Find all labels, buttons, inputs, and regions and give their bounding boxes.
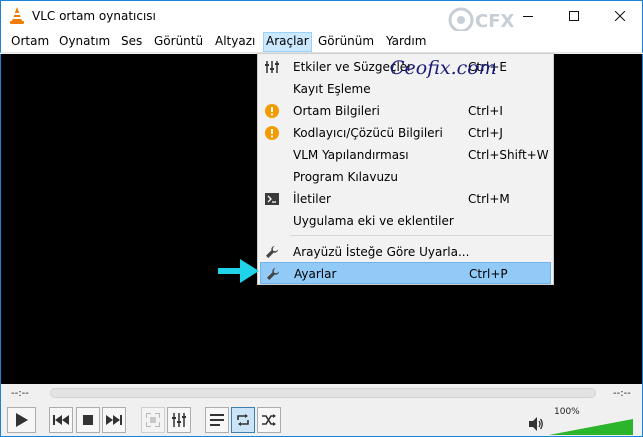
info-icon <box>264 103 280 119</box>
menu-item-label: Arayüzü İsteğe Göre Uyarla... <box>293 245 470 259</box>
menu-item-label: Uygulama eki ve eklentiler <box>293 214 454 228</box>
skip-forward-icon <box>106 415 122 425</box>
sliders-icon <box>264 59 280 75</box>
menu-ses[interactable]: Ses <box>119 34 144 48</box>
window-title: VLC ortam oynatıcısı <box>32 9 156 23</box>
play-icon <box>15 413 28 427</box>
menu-item-label: VLM Yapılandırması <box>293 148 409 162</box>
menu-item-label: Program Kılavuzu <box>293 170 398 184</box>
menu-item-plugins[interactable]: Uygulama eki ve eklentiler <box>260 210 551 232</box>
vlc-cone-icon <box>10 7 24 24</box>
menu-item-shortcut: Ctrl+J <box>468 126 503 140</box>
menu-item-label: Ortam Bilgileri <box>293 104 380 118</box>
menu-altyazi[interactable]: Altyazı <box>213 34 257 48</box>
menu-ortam[interactable]: Ortam <box>9 34 51 48</box>
menu-item-label: Kodlayıcı/Çözücü Bilgileri <box>293 126 443 140</box>
maximize-icon <box>569 11 579 21</box>
minimize-icon <box>523 16 533 17</box>
close-button[interactable] <box>597 1 643 31</box>
fullscreen-icon <box>146 413 160 427</box>
menu-item-preferences[interactable]: Ayarlar Ctrl+P <box>260 262 551 284</box>
fullscreen-button[interactable] <box>141 407 165 433</box>
speaker-icon[interactable] <box>528 416 544 432</box>
menu-oynatim[interactable]: Oynatım <box>57 34 112 48</box>
menu-item-shortcut: Ctrl+Shift+W <box>468 148 549 162</box>
menu-item-messages[interactable]: İletiler Ctrl+M <box>260 188 551 210</box>
elapsed-time: --:-- <box>11 388 29 399</box>
stop-icon <box>83 415 93 425</box>
seek-slider[interactable] <box>50 388 596 398</box>
menu-item-track-sync[interactable]: Kayıt Eşleme <box>260 78 551 100</box>
loop-icon <box>237 414 249 426</box>
menu-goruntu[interactable]: Görüntü <box>152 34 205 48</box>
shuffle-icon <box>262 414 276 426</box>
minimize-button[interactable] <box>505 1 551 31</box>
terminal-icon <box>264 191 280 207</box>
menu-araclar[interactable]: Araçlar <box>263 32 312 52</box>
menu-item-vlm-config[interactable]: VLM Yapılandırması Ctrl+Shift+W <box>260 144 551 166</box>
seek-row: --:-- --:-- <box>0 384 643 404</box>
menu-item-customize-interface[interactable]: Arayüzü İsteğe Göre Uyarla... <box>260 241 551 263</box>
pointer-arrow-icon <box>218 259 259 283</box>
skip-back-icon <box>53 415 69 425</box>
menu-item-label: Ayarlar <box>294 267 337 281</box>
menu-bar: Ortam Oynatım Ses Görüntü Altyazı Araçla… <box>0 31 643 53</box>
menu-item-label: Kayıt Eşleme <box>293 82 371 96</box>
remaining-time[interactable]: --:-- <box>613 388 631 399</box>
sliders-icon <box>172 413 186 427</box>
menu-item-shortcut: Ctrl+M <box>468 192 510 206</box>
volume-fill <box>549 419 633 435</box>
ceofix-watermark: Ceofix.com <box>390 57 497 79</box>
info-icon <box>264 125 280 141</box>
extended-settings-button[interactable] <box>167 407 191 433</box>
playlist-button[interactable] <box>205 407 229 433</box>
menu-gorunum[interactable]: Görünüm <box>316 34 376 48</box>
playlist-icon <box>210 414 224 426</box>
volume-slider[interactable] <box>549 417 635 435</box>
stop-button[interactable] <box>76 407 100 433</box>
tools-menu-dropdown: Etkiler ve Süzgeçler Ctrl+E Kayıt Eşleme… <box>257 53 554 285</box>
close-icon <box>615 11 625 21</box>
menu-yardim[interactable]: Yardım <box>384 34 428 48</box>
volume-label: 100% <box>554 407 580 417</box>
play-button[interactable] <box>7 407 36 433</box>
loop-button[interactable] <box>231 407 255 433</box>
menu-item-program-guide[interactable]: Program Kılavuzu <box>260 166 551 188</box>
menu-item-shortcut: Ctrl+I <box>468 104 503 118</box>
control-bar: 100% <box>0 404 643 437</box>
menu-item-media-info[interactable]: Ortam Bilgileri Ctrl+I <box>260 100 551 122</box>
menu-separator <box>290 235 552 236</box>
shuffle-button[interactable] <box>257 407 281 433</box>
wrench-icon <box>264 244 280 260</box>
wrench-icon <box>265 266 281 282</box>
title-bar: VLC ortam oynatıcısı CFX <box>0 0 643 33</box>
next-button[interactable] <box>102 407 126 433</box>
maximize-button[interactable] <box>551 1 597 31</box>
menu-item-codec-info[interactable]: Kodlayıcı/Çözücü Bilgileri Ctrl+J <box>260 122 551 144</box>
menu-item-shortcut: Ctrl+P <box>469 267 508 281</box>
menu-item-label: İletiler <box>293 192 331 206</box>
previous-button[interactable] <box>49 407 73 433</box>
